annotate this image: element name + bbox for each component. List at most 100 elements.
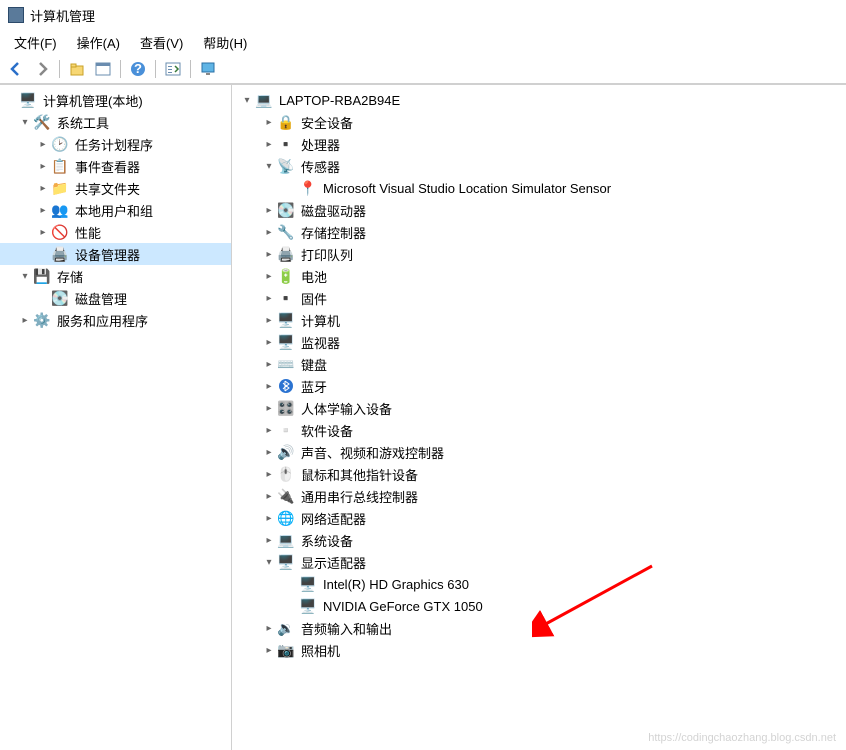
expander-icon[interactable]: ▸ (262, 115, 276, 129)
left-disk-management[interactable]: 💽 磁盘管理 (0, 287, 231, 309)
device-mgr-icon: 🖨️ (52, 246, 68, 262)
monitor-button[interactable] (196, 57, 220, 81)
left-performance[interactable]: ▸ 🚫 性能 (0, 221, 231, 243)
right-storage-controllers[interactable]: ▸ 🔧 存储控制器 (232, 221, 846, 243)
right-software-devices[interactable]: ▸ ▫️ 软件设备 (232, 419, 846, 441)
right-audio-inputs-outputs[interactable]: ▸ 🔉 音频输入和输出 (232, 617, 846, 639)
expander-icon[interactable]: ▸ (262, 489, 276, 503)
expander-icon[interactable]: ▸ (262, 291, 276, 305)
right-gpu-nvidia[interactable]: 🖥️ NVIDIA GeForce GTX 1050 (232, 595, 846, 617)
expander-icon[interactable]: ▸ (262, 137, 276, 151)
printer-icon: 🖨️ (278, 246, 294, 262)
right-computer[interactable]: ▸ 🖥️ 计算机 (232, 309, 846, 331)
right-system-devices[interactable]: ▸ 💻 系统设备 (232, 529, 846, 551)
gpu-icon: 🖥️ (300, 598, 316, 614)
right-bluetooth[interactable]: ▸ 蓝牙 (232, 375, 846, 397)
left-event-viewer[interactable]: ▸ 📋 事件查看器 (0, 155, 231, 177)
expander-icon[interactable]: ▸ (36, 225, 50, 239)
menu-help[interactable]: 帮助(H) (193, 30, 257, 55)
storage-icon: 💾 (34, 268, 50, 284)
software-icon: ▫️ (278, 422, 294, 438)
expander-icon[interactable]: ▸ (262, 357, 276, 371)
right-processors[interactable]: ▸ ▪️ 处理器 (232, 133, 846, 155)
expander-icon[interactable]: ▸ (262, 445, 276, 459)
help-button[interactable]: ? (126, 57, 150, 81)
right-hid[interactable]: ▸ 🎛️ 人体学输入设备 (232, 397, 846, 419)
performance-icon: 🚫 (52, 224, 68, 240)
expander-icon[interactable]: ▾ (262, 159, 276, 173)
left-task-scheduler[interactable]: ▸ 🕑 任务计划程序 (0, 133, 231, 155)
expander-icon[interactable]: ▸ (262, 203, 276, 217)
expander-icon[interactable]: ▾ (262, 555, 276, 569)
expander-icon[interactable]: ▸ (262, 423, 276, 437)
right-keyboards[interactable]: ▸ ⌨️ 键盘 (232, 353, 846, 375)
expander-icon[interactable]: ▾ (18, 115, 32, 129)
expander-icon[interactable]: ▸ (262, 269, 276, 283)
right-sound-video-game[interactable]: ▸ 🔊 声音、视频和游戏控制器 (232, 441, 846, 463)
right-print-queues[interactable]: ▸ 🖨️ 打印队列 (232, 243, 846, 265)
left-storage[interactable]: ▾ 💾 存储 (0, 265, 231, 287)
expander-icon[interactable]: ▸ (262, 533, 276, 547)
expander-icon[interactable]: ▸ (36, 181, 50, 195)
expander-icon[interactable]: ▸ (18, 313, 32, 327)
left-device-manager[interactable]: 🖨️ 设备管理器 (0, 243, 231, 265)
usb-icon: 🔌 (278, 488, 294, 504)
forward-button[interactable] (30, 57, 54, 81)
storage-ctrl-icon: 🔧 (278, 224, 294, 240)
expander-icon[interactable]: ▸ (36, 137, 50, 151)
right-monitors[interactable]: ▸ 🖥️ 监视器 (232, 331, 846, 353)
right-network-adapters[interactable]: ▸ 🌐 网络适配器 (232, 507, 846, 529)
right-firmware[interactable]: ▸ ▪️ 固件 (232, 287, 846, 309)
list-button[interactable] (161, 57, 185, 81)
right-mice[interactable]: ▸ 🖱️ 鼠标和其他指针设备 (232, 463, 846, 485)
display-adapter-icon: 🖥️ (278, 554, 294, 570)
computer-mgmt-icon: 🖥️ (20, 92, 36, 108)
expander-icon[interactable]: ▸ (262, 511, 276, 525)
menu-file[interactable]: 文件(F) (4, 30, 67, 55)
expander-icon[interactable]: ▸ (36, 203, 50, 217)
left-pane: 🖥️ 计算机管理(本地) ▾ 🛠️ 系统工具 ▸ 🕑 任务计划程序 ▸ 📋 事件… (0, 85, 232, 750)
bluetooth-icon (278, 378, 294, 394)
expander-icon[interactable]: ▸ (262, 621, 276, 635)
keyboard-icon: ⌨️ (278, 356, 294, 372)
right-sensor-item[interactable]: 📍 Microsoft Visual Studio Location Simul… (232, 177, 846, 199)
left-local-users[interactable]: ▸ 👥 本地用户和组 (0, 199, 231, 221)
expander-icon[interactable]: ▸ (262, 313, 276, 327)
tools-icon: 🛠️ (34, 114, 50, 130)
services-icon: ⚙️ (34, 312, 50, 328)
menu-view[interactable]: 查看(V) (130, 30, 193, 55)
expander-icon[interactable]: ▸ (262, 225, 276, 239)
battery-icon: 🔋 (278, 268, 294, 284)
expander-icon[interactable]: ▾ (240, 93, 254, 107)
expander-icon[interactable]: ▸ (262, 335, 276, 349)
network-icon: 🌐 (278, 510, 294, 526)
up-button[interactable] (65, 57, 89, 81)
expander-icon[interactable]: ▸ (36, 159, 50, 173)
expander-icon[interactable]: ▸ (262, 643, 276, 657)
back-button[interactable] (4, 57, 28, 81)
gpu-icon: 🖥️ (300, 576, 316, 592)
left-services-apps[interactable]: ▸ ⚙️ 服务和应用程序 (0, 309, 231, 331)
left-shared-folders[interactable]: ▸ 📁 共享文件夹 (0, 177, 231, 199)
expander-icon[interactable]: ▾ (18, 269, 32, 283)
expander-icon[interactable]: ▸ (262, 467, 276, 481)
expander-icon[interactable]: ▸ (262, 379, 276, 393)
right-pane: ▾ 💻 LAPTOP-RBA2B94E ▸ 🔒 安全设备 ▸ ▪️ 处理器 ▾ … (232, 85, 846, 750)
right-disk-drives[interactable]: ▸ 💽 磁盘驱动器 (232, 199, 846, 221)
left-root[interactable]: 🖥️ 计算机管理(本地) (0, 89, 231, 111)
right-security-devices[interactable]: ▸ 🔒 安全设备 (232, 111, 846, 133)
left-system-tools[interactable]: ▾ 🛠️ 系统工具 (0, 111, 231, 133)
right-batteries[interactable]: ▸ 🔋 电池 (232, 265, 846, 287)
expander-icon[interactable]: ▸ (262, 247, 276, 261)
right-sensors[interactable]: ▾ 📡 传感器 (232, 155, 846, 177)
expander-icon[interactable]: ▸ (262, 401, 276, 415)
right-gpu-intel[interactable]: 🖥️ Intel(R) HD Graphics 630 (232, 573, 846, 595)
audio-icon: 🔉 (278, 620, 294, 636)
firmware-icon: ▪️ (278, 290, 294, 306)
right-root-computer[interactable]: ▾ 💻 LAPTOP-RBA2B94E (232, 89, 846, 111)
menu-action[interactable]: 操作(A) (67, 30, 130, 55)
right-usb-controllers[interactable]: ▸ 🔌 通用串行总线控制器 (232, 485, 846, 507)
view-button[interactable] (91, 57, 115, 81)
right-display-adapters[interactable]: ▾ 🖥️ 显示适配器 (232, 551, 846, 573)
right-cameras[interactable]: ▸ 📷 照相机 (232, 639, 846, 661)
